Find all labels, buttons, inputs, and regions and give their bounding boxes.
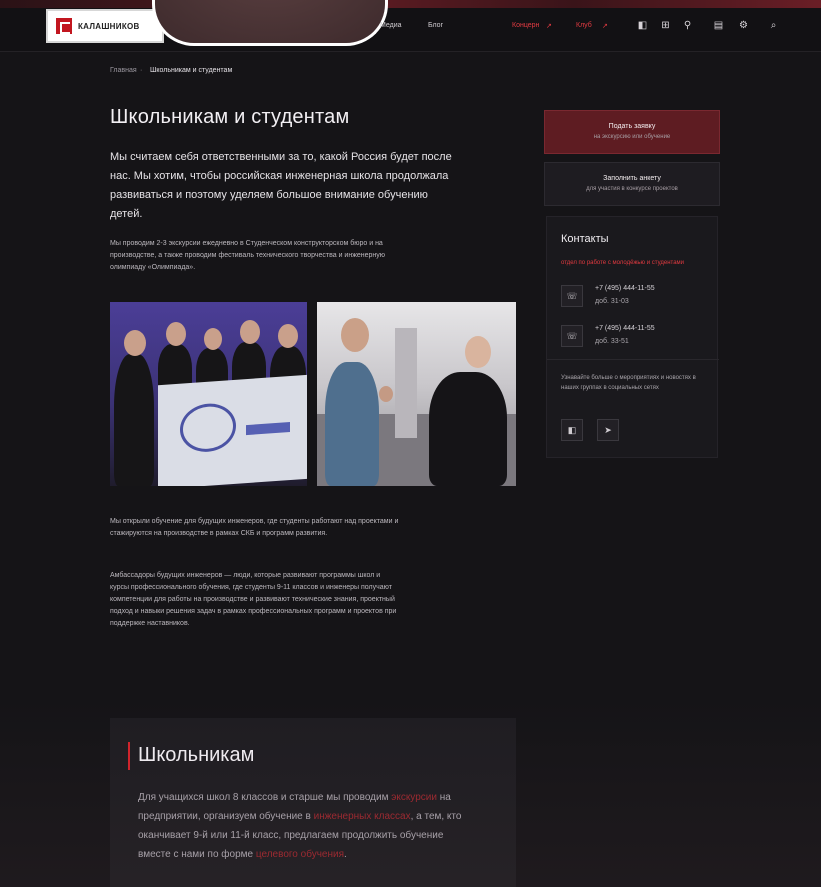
decorative-bubble bbox=[152, 0, 388, 46]
nav-item-blog[interactable]: Блог bbox=[428, 22, 443, 29]
cart-icon[interactable]: ▤ bbox=[713, 20, 724, 31]
telegram-icon[interactable]: ➤ bbox=[597, 419, 619, 441]
apply-card[interactable]: Подать заявку на экскурсию или обучение bbox=[544, 110, 720, 154]
section-text: Для учащихся школ 8 классов и старше мы … bbox=[138, 792, 462, 860]
user-icon[interactable]: ⚲ bbox=[682, 20, 693, 31]
contacts-divider bbox=[547, 359, 719, 360]
nav-item-concern[interactable]: Концерн bbox=[512, 22, 539, 29]
body-paragraph-1: Мы открыли обучение для будущих инженеро… bbox=[110, 518, 399, 537]
phone-number-1[interactable]: +7 (495) 444-11-55 bbox=[595, 285, 655, 292]
logo-text: КАЛАШНИКОВ bbox=[78, 21, 140, 31]
contacts-department-link[interactable]: отдел по работе с молодёжью и студентами bbox=[561, 260, 684, 266]
apply-card-title: Подать заявку bbox=[608, 123, 656, 130]
nav-item-club[interactable]: Клуб bbox=[576, 22, 592, 29]
top-navigation-bar: КАЛАШНИКОВ Медиа Блог Концерн ↗ Клуб ↗ ◧… bbox=[0, 0, 821, 52]
search-icon[interactable]: ⌕ bbox=[768, 20, 779, 31]
breadcrumb-separator: · bbox=[140, 67, 143, 74]
schoolchildren-section: Школьникам Для учащихся школ 8 классов и… bbox=[110, 718, 516, 887]
phone-icon: ☏ bbox=[561, 285, 583, 307]
phone-ext-1: доб. 31-03 bbox=[595, 298, 629, 305]
apply-card-subtitle: на экскурсию или обучение bbox=[593, 134, 671, 140]
lead-paragraph: Мы считаем себя ответственными за то, ка… bbox=[110, 151, 452, 220]
intro-paragraph: Мы проводим 2-3 экскурсии ежедневно в Ст… bbox=[110, 240, 386, 271]
social-note: Узнавайте больше о мероприятиях и новост… bbox=[561, 375, 696, 391]
target-education-link[interactable]: целевого обучения bbox=[256, 849, 344, 860]
breadcrumb-current: Школьникам и студентам bbox=[150, 67, 233, 74]
logo-mark-icon bbox=[56, 18, 72, 34]
company-logo[interactable]: КАЛАШНИКОВ bbox=[46, 9, 164, 43]
body-paragraph-2: Амбассадоры будущих инженеров — люди, ко… bbox=[110, 572, 397, 627]
engineering-classes-link[interactable]: инженерных классах bbox=[314, 811, 411, 822]
external-link-icon: ↗ bbox=[602, 23, 608, 30]
phone-ext-2: доб. 33-51 bbox=[595, 338, 629, 345]
students-with-flag-photo bbox=[110, 302, 307, 486]
questionnaire-card-title: Заполнить анкету bbox=[603, 175, 661, 182]
ok-icon[interactable]: ⊞ bbox=[660, 20, 671, 31]
questionnaire-card[interactable]: Заполнить анкету для участия в конкурсе … bbox=[544, 162, 720, 206]
phone-number-2[interactable]: +7 (495) 444-11-55 bbox=[595, 325, 655, 332]
settings-icon[interactable]: ⚙ bbox=[738, 20, 749, 31]
nav-item-media[interactable]: Медиа bbox=[380, 22, 402, 29]
olympiad-flag bbox=[158, 374, 307, 486]
top-accent-strip bbox=[0, 0, 821, 8]
vk-icon[interactable]: ◧ bbox=[561, 419, 583, 441]
contacts-panel: Контакты отдел по работе с молодёжью и с… bbox=[546, 216, 719, 458]
workshop-photo bbox=[317, 302, 516, 486]
phone-icon: ☏ bbox=[561, 325, 583, 347]
contacts-title: Контакты bbox=[561, 233, 609, 245]
questionnaire-card-subtitle: для участия в конкурсе проектов bbox=[586, 186, 678, 192]
section-title: Школьникам bbox=[138, 744, 255, 766]
excursions-link[interactable]: экскурсии bbox=[391, 792, 437, 803]
section-accent-bar bbox=[128, 742, 130, 770]
external-link-icon: ↗ bbox=[546, 23, 552, 30]
breadcrumb-home[interactable]: Главная bbox=[110, 67, 137, 74]
page-title: Школьникам и студентам bbox=[110, 106, 350, 128]
vk-icon[interactable]: ◧ bbox=[637, 20, 648, 31]
